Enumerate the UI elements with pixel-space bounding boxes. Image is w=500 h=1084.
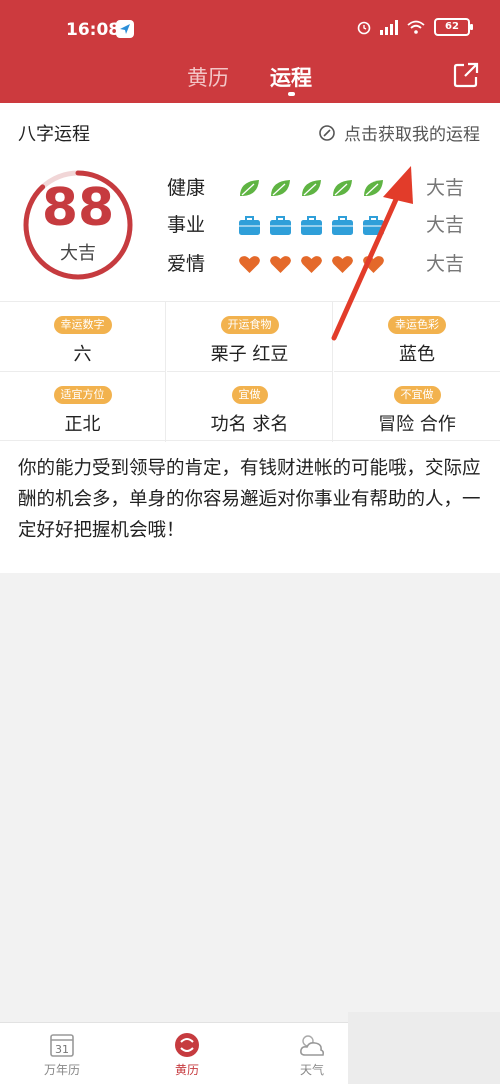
row-career: 事业 大吉 [167, 210, 477, 240]
briefcase-icons [237, 213, 386, 237]
grid-cell-lucky-color: 幸运色彩 蓝色 [334, 302, 500, 372]
weather-icon [300, 1035, 325, 1056]
grid-cell-direction: 适宜方位 正北 [0, 372, 166, 442]
briefcase-icon [301, 216, 322, 235]
cell-value: 六 [73, 344, 92, 365]
grid-cell-lucky-number: 幸运数字 六 [0, 302, 166, 372]
leaf-icon [271, 180, 290, 196]
cell-tag: 幸运数字 [53, 316, 112, 334]
heart-icon [332, 256, 353, 273]
nav-label: 黄历 [174, 1063, 199, 1077]
row-level: 大吉 [425, 177, 464, 199]
leaf-icons [237, 176, 386, 200]
briefcase-icon [363, 216, 384, 235]
briefcase-icon [270, 216, 291, 235]
cell-value: 蓝色 [399, 344, 435, 365]
tab-indicator [288, 92, 295, 96]
cell-value: 冒险 合作 [378, 414, 456, 435]
cell-value: 正北 [64, 414, 101, 435]
heart-icon [239, 256, 260, 273]
heart-icon [301, 256, 322, 273]
status-bar: 16:08 62 [0, 0, 500, 58]
leaf-icon [333, 180, 352, 196]
cell-tag: 适宜方位 [53, 386, 112, 404]
fortune-card: 八字运程 点击获取我的运程 88 大吉 健康 大吉 事业 大吉 爱情 大吉 幸运… [0, 103, 500, 573]
svg-text:31: 31 [55, 1043, 69, 1056]
cell-tag: 宜做 [231, 386, 268, 404]
top-header: 16:08 62 黄历 运程 [0, 0, 500, 103]
nav-huangli[interactable]: 黄历 [152, 1031, 222, 1078]
row-label: 健康 [167, 177, 206, 199]
row-love: 爱情 大吉 [167, 249, 477, 279]
grid-cell-suitable: 宜做 功名 求名 [167, 372, 333, 442]
tab-bar: 黄历 运程 [0, 58, 500, 103]
fortune-description: 你的能力受到领导的肯定，有钱财进帐的可能哦，交际应酬的机会多，单身的你容易邂逅对… [18, 458, 481, 541]
row-level: 大吉 [425, 253, 464, 275]
heart-icon [270, 256, 291, 273]
lucky-grid: 幸运数字 六 开运食物 栗子 红豆 幸运色彩 蓝色 适宜方位 正北 宜做 功名 … [0, 301, 500, 442]
wifi-icon [407, 20, 425, 34]
blurred-corner [348, 1012, 500, 1084]
leaf-icon [302, 180, 321, 196]
score-label: 大吉 [60, 243, 96, 264]
get-fortune-label: 点击获取我的运程 [344, 125, 480, 145]
calendar-icon: 31 [50, 1034, 74, 1057]
grid-cell-unsuitable: 不宜做 冒险 合作 [334, 372, 500, 442]
leaf-icon [364, 180, 383, 196]
nav-label: 万年历 [43, 1063, 80, 1077]
cell-value: 栗子 红豆 [210, 344, 289, 365]
signal-icon [380, 19, 398, 35]
row-level: 大吉 [425, 214, 464, 236]
row-health: 健康 大吉 [167, 173, 477, 203]
briefcase-icon [239, 216, 260, 235]
row-label: 事业 [167, 214, 206, 236]
share-icon[interactable] [452, 61, 480, 89]
briefcase-icon [332, 216, 353, 235]
row-label: 爱情 [167, 253, 206, 275]
cell-tag: 幸运色彩 [388, 316, 446, 334]
status-icons: 62 [356, 18, 473, 36]
battery-icon: 62 [434, 18, 473, 36]
nav-label: 天气 [299, 1063, 324, 1077]
huangli-logo-icon [175, 1033, 199, 1057]
get-fortune-link[interactable]: 点击获取我的运程 [318, 120, 480, 145]
status-time: 16:08 [66, 20, 121, 40]
leaf-icon [240, 180, 259, 196]
card-title: 八字运程 [18, 124, 90, 145]
nav-wannianli[interactable]: 31 万年历 [27, 1031, 97, 1078]
heart-icon [363, 256, 384, 273]
edit-icon [319, 124, 335, 141]
score-value: 88 [41, 178, 115, 238]
nav-tianqi[interactable]: 天气 [277, 1031, 347, 1078]
alarm-icon [357, 21, 371, 35]
tab-huangli[interactable]: 黄历 [187, 62, 229, 92]
cell-value: 功名 求名 [210, 414, 289, 435]
notification-icon [116, 20, 134, 38]
grid-cell-lucky-food: 开运食物 栗子 红豆 [167, 302, 333, 372]
heart-icons [237, 252, 386, 276]
tab-yuncheng[interactable]: 运程 [270, 62, 312, 92]
cell-tag: 开运食物 [220, 316, 279, 334]
cell-tag: 不宜做 [393, 386, 441, 404]
